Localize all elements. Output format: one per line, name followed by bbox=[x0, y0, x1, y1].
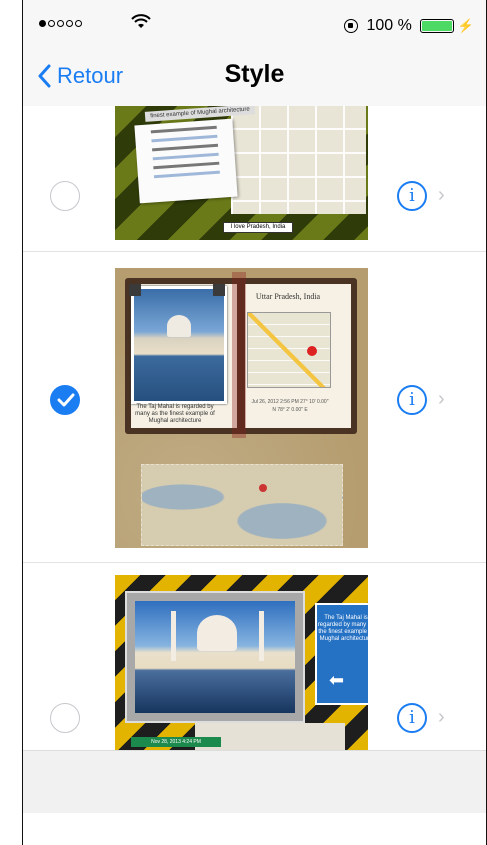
info-card bbox=[134, 118, 238, 204]
page-title: Style bbox=[224, 60, 285, 88]
battery-percentage: 100 % bbox=[366, 17, 412, 34]
photo-preview bbox=[131, 286, 227, 404]
charging-icon: ⚡ bbox=[457, 18, 474, 33]
style-row[interactable]: The Taj Mahal is regarded by many as the… bbox=[23, 562, 486, 750]
map-pin-icon bbox=[307, 346, 317, 356]
status-bar: 100 % ⚡ bbox=[23, 0, 486, 50]
chevron-right-icon: › bbox=[438, 706, 445, 728]
phone-screen: 100 % ⚡ Retour Style finest example of M… bbox=[22, 0, 487, 845]
info-icon[interactable]: i bbox=[397, 181, 427, 211]
style-thumbnail: The Taj Mahal is regarded by many as the… bbox=[115, 268, 368, 548]
coordinates-text: Jul 26, 2012 2:56 PM 27° 10' 0.00" N 78°… bbox=[251, 399, 329, 413]
style-radio-unselected[interactable] bbox=[50, 181, 80, 211]
map-pin-icon bbox=[259, 484, 267, 492]
page-heading: Uttar Pradesh, India bbox=[255, 292, 321, 301]
style-row[interactable]: finest example of Mughal architecture I … bbox=[23, 106, 486, 252]
chevron-right-icon: › bbox=[438, 184, 445, 206]
style-list[interactable]: finest example of Mughal architecture I … bbox=[23, 106, 486, 750]
style-row-selected[interactable]: The Taj Mahal is regarded by many as the… bbox=[23, 252, 486, 563]
battery-icon bbox=[419, 19, 454, 33]
date-label: Nov 28, 2013 4:24 PM bbox=[131, 737, 221, 747]
style-thumbnail: finest example of Mughal architecture I … bbox=[115, 106, 368, 240]
rotation-lock-icon bbox=[344, 19, 359, 33]
caption-panel: The Taj Mahal is regarded by many as the… bbox=[315, 603, 368, 705]
wifi-icon bbox=[131, 14, 151, 35]
style-radio-unselected[interactable] bbox=[50, 703, 80, 733]
signal-strength-icon bbox=[39, 20, 82, 27]
checkmark-icon bbox=[57, 393, 75, 407]
map-preview bbox=[247, 312, 331, 388]
info-icon[interactable]: i bbox=[397, 703, 427, 733]
map-preview bbox=[231, 106, 366, 214]
style-radio-selected[interactable] bbox=[50, 385, 80, 415]
info-icon[interactable]: i bbox=[397, 385, 427, 415]
style-thumbnail: The Taj Mahal is regarded by many as the… bbox=[115, 575, 368, 750]
photo-frame bbox=[125, 591, 305, 723]
arrow-left-icon: ⬅ bbox=[329, 670, 345, 690]
photo-preview bbox=[135, 601, 295, 713]
world-map-preview bbox=[141, 464, 343, 546]
navigation-bar: Retour Style bbox=[23, 50, 486, 107]
thumbnail-label: I love Pradesh, India bbox=[223, 222, 293, 233]
chevron-right-icon: › bbox=[438, 388, 445, 410]
photo-caption: The Taj Mahal is regarded by many as the… bbox=[135, 404, 215, 424]
bottom-toolbar bbox=[23, 750, 486, 813]
